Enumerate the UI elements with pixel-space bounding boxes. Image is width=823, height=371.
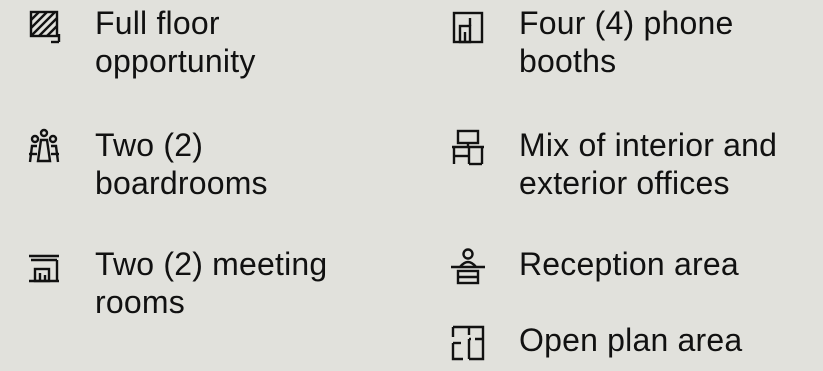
feature-label: Two (2) meeting rooms [95,246,328,320]
feature-label: Open plan area [519,322,743,358]
feature-label: Four (4) phone booths [519,5,734,79]
floor-plan-icon [449,323,487,361]
phone-booth-icon [449,6,487,44]
feature-label: Full floor opportunity [95,5,256,79]
office-desk-icon [449,128,487,166]
feature-label: Two (2) boardrooms [95,127,268,201]
meeting-room-icon [25,247,63,285]
feature-label: Mix of interior and exterior offices [519,127,778,201]
reception-icon [449,247,487,285]
feature-label: Reception area [519,246,739,282]
boardroom-icon [25,128,63,166]
full-floor-icon [25,6,63,44]
